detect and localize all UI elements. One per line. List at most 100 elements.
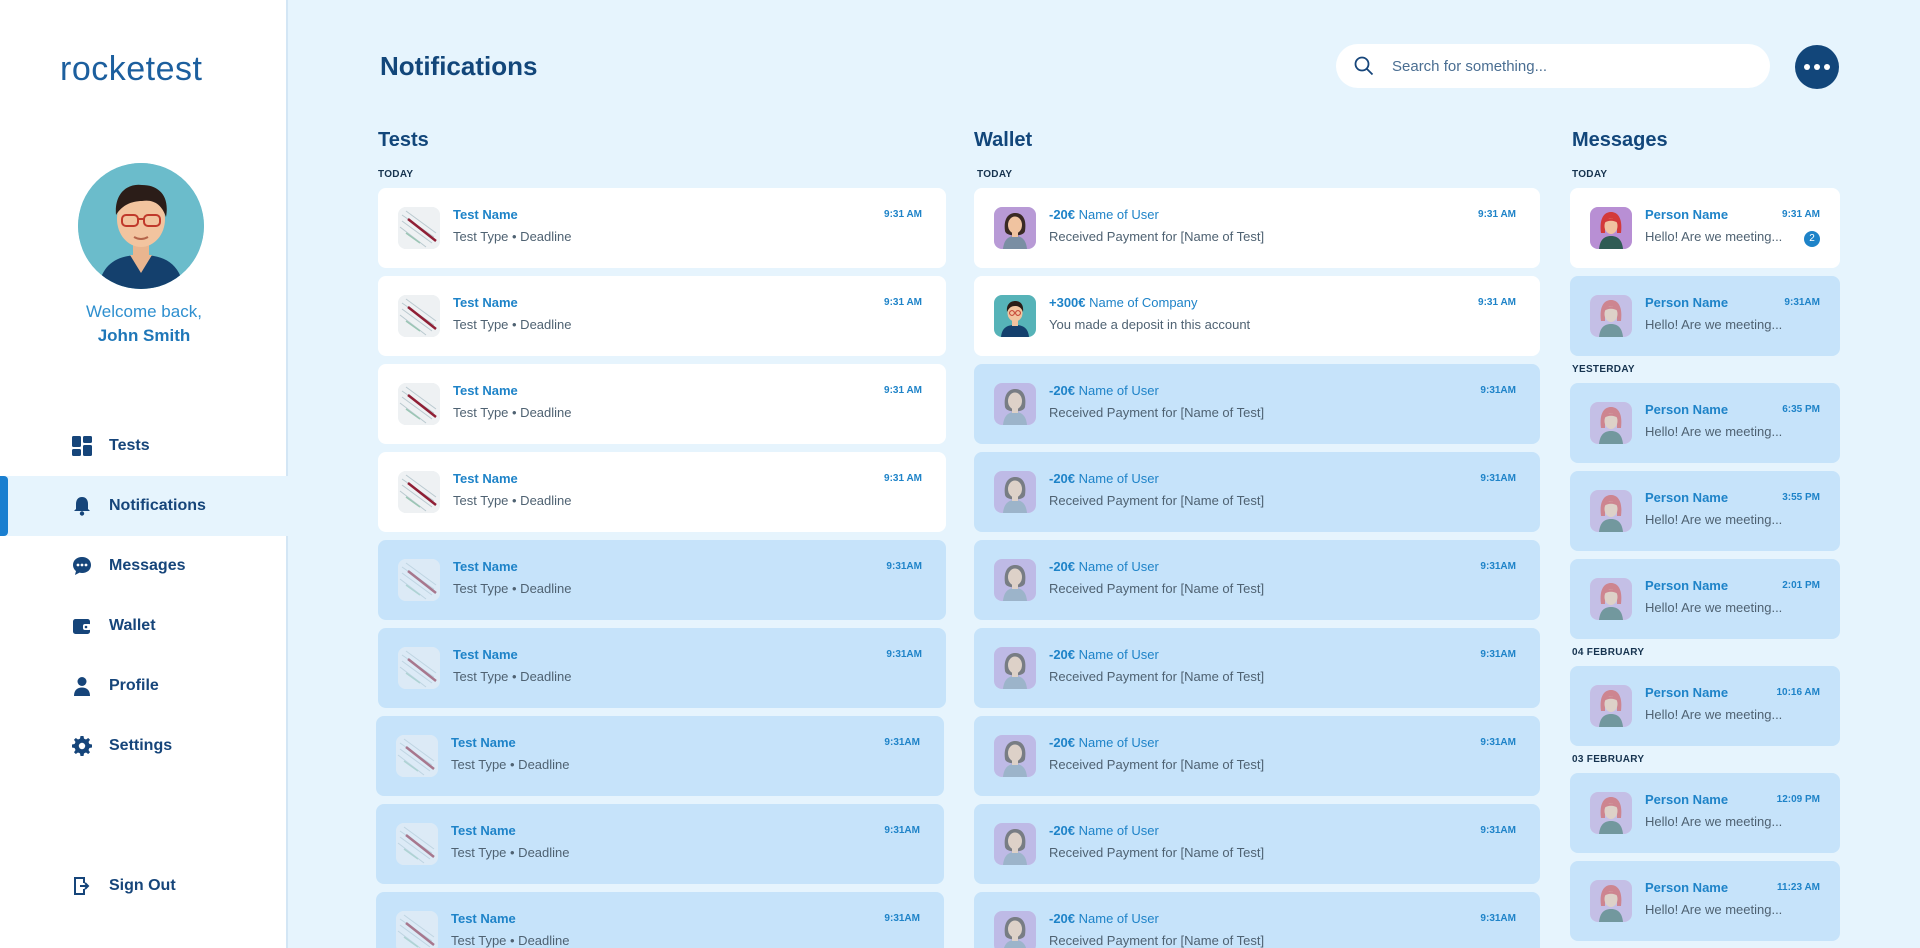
message-card[interactable]: Person Name Hello! Are we meeting... 11:23… xyxy=(1570,861,1840,941)
wallet-notification-card[interactable]: -20€ Name of User Received Payment for [N… xyxy=(974,804,1540,884)
transaction-party: Name of User xyxy=(1075,471,1159,486)
message-preview: Hello! Are we meeting... xyxy=(1645,707,1783,722)
person-name: Person Name xyxy=(1645,295,1729,310)
transaction-description: Received Payment for [Name of Test] xyxy=(1049,757,1265,772)
notification-time: 9:31AM xyxy=(884,737,920,748)
app-logo[interactable]: rocketest xyxy=(60,40,230,90)
test-thumbnail-icon xyxy=(398,207,440,249)
test-details: Test Type • Deadline xyxy=(453,229,572,244)
test-name: Test Name xyxy=(453,383,518,398)
wallet-notification-card[interactable]: -20€ Name of User Received Payment for [N… xyxy=(974,364,1540,444)
sidebar-item-tests[interactable]: Tests xyxy=(0,416,288,476)
message-card[interactable]: Person Name Hello! Are we meeting... 12:09… xyxy=(1570,773,1840,853)
wallet-notification-card[interactable]: -20€ Name of User Received Payment for [N… xyxy=(974,716,1540,796)
transaction-amount: -20€ xyxy=(1049,207,1076,222)
test-name: Test Name xyxy=(451,911,516,926)
section-label: YESTERDAY xyxy=(1572,364,1635,375)
test-notification-card[interactable]: Test Name Test Type • Deadline 9:31AM xyxy=(376,716,944,796)
test-notification-card[interactable]: Test Name Test Type • Deadline 9:31 AM xyxy=(378,276,946,356)
person-name: Person Name xyxy=(1645,685,1729,700)
message-preview: Hello! Are we meeting... xyxy=(1645,512,1783,527)
test-thumbnail-icon xyxy=(398,647,440,689)
transaction-party: Name of User xyxy=(1075,207,1159,222)
more-options-button[interactable] xyxy=(1795,45,1839,89)
test-notification-card[interactable]: Test Name Test Type • Deadline 9:31 AM xyxy=(378,364,946,444)
search-input[interactable] xyxy=(1392,54,1742,78)
sidebar-item-notifications[interactable]: Notifications xyxy=(0,476,288,536)
dot-icon xyxy=(1814,64,1820,70)
transaction-party: Name of Company xyxy=(1085,295,1198,310)
message-preview: Hello! Are we meeting... xyxy=(1645,814,1783,829)
message-card[interactable]: Person Name Hello! Are we meeting... 2:01 … xyxy=(1570,559,1840,639)
transaction-title: -20€ Name of User xyxy=(1049,735,1159,750)
message-card[interactable]: Person Name Hello! Are we meeting... 6:35 … xyxy=(1570,383,1840,463)
search-bar[interactable] xyxy=(1336,44,1770,88)
transaction-party: Name of User xyxy=(1075,647,1159,662)
message-card[interactable]: Person Name Hello! Are we meeting... 9:31 … xyxy=(1570,188,1840,268)
wallet-notification-card[interactable]: -20€ Name of User Received Payment for [N… xyxy=(974,188,1540,268)
person-name: Person Name xyxy=(1645,578,1729,593)
chat-bubble-icon xyxy=(73,557,91,575)
test-notification-card[interactable]: Test Name Test Type • Deadline 9:31AM xyxy=(376,804,944,884)
woman-avatar-icon xyxy=(994,471,1036,513)
message-card[interactable]: Person Name Hello! Are we meeting... 9:31A… xyxy=(1570,276,1840,356)
transaction-amount: -20€ xyxy=(1049,471,1076,486)
column-title: Wallet xyxy=(974,129,1033,151)
test-thumbnail-icon xyxy=(396,735,438,777)
test-notification-card[interactable]: Test Name Test Type • Deadline 9:31 AM xyxy=(378,452,946,532)
sidebar-item-messages[interactable]: Messages xyxy=(0,536,288,596)
test-details: Test Type • Deadline xyxy=(451,845,570,860)
transaction-title: -20€ Name of User xyxy=(1049,207,1159,222)
sidebar-item-label: Tests xyxy=(109,437,150,454)
woman-avatar-icon xyxy=(994,735,1036,777)
person-avatar-icon xyxy=(1590,402,1632,444)
test-thumbnail-icon xyxy=(396,911,438,948)
test-notification-card[interactable]: Test Name Test Type • Deadline 9:31AM xyxy=(376,892,944,948)
message-preview: Hello! Are we meeting... xyxy=(1645,902,1783,917)
wallet-notification-card[interactable]: -20€ Name of User Received Payment for [N… xyxy=(974,540,1540,620)
person-avatar-icon xyxy=(1590,880,1632,922)
test-notification-card[interactable]: Test Name Test Type • Deadline 9:31AM xyxy=(378,540,946,620)
transaction-amount: -20€ xyxy=(1049,911,1076,926)
person-avatar-icon xyxy=(1590,685,1632,727)
transaction-title: -20€ Name of User xyxy=(1049,383,1159,398)
page-title: Notifications xyxy=(380,51,538,81)
message-card[interactable]: Person Name Hello! Are we meeting... 3:55 … xyxy=(1570,471,1840,551)
sidebar-item-wallet[interactable]: Wallet xyxy=(0,596,288,656)
test-details: Test Type • Deadline xyxy=(451,757,570,772)
message-time: 10:16 AM xyxy=(1776,687,1820,698)
woman-avatar-icon xyxy=(994,207,1036,249)
sign-out-button[interactable]: Sign Out xyxy=(0,856,288,916)
transaction-title: -20€ Name of User xyxy=(1049,559,1159,574)
test-details: Test Type • Deadline xyxy=(453,669,572,684)
message-preview: Hello! Are we meeting... xyxy=(1645,600,1783,615)
sidebar-item-label: Profile xyxy=(109,677,159,694)
user-name: John Smith xyxy=(97,326,191,345)
dot-icon xyxy=(1804,64,1810,70)
test-notification-card[interactable]: Test Name Test Type • Deadline 9:31AM xyxy=(378,628,946,708)
wallet-notification-card[interactable]: -20€ Name of User Received Payment for [N… xyxy=(974,892,1540,948)
wallet-notification-card[interactable]: -20€ Name of User Received Payment for [N… xyxy=(974,452,1540,532)
welcome-text: Welcome back, xyxy=(86,302,202,321)
person-icon xyxy=(74,677,90,696)
sidebar-item-profile[interactable]: Profile xyxy=(0,656,288,716)
person-name: Person Name xyxy=(1645,880,1729,895)
transaction-description: Received Payment for [Name of Test] xyxy=(1049,669,1265,684)
message-preview: Hello! Are we meeting... xyxy=(1645,229,1783,244)
transaction-description: Received Payment for [Name of Test] xyxy=(1049,845,1265,860)
sidebar-item-settings[interactable]: Settings xyxy=(0,716,288,776)
message-card[interactable]: Person Name Hello! Are we meeting... 10:16… xyxy=(1570,666,1840,746)
section-label: TODAY xyxy=(977,169,1013,180)
wallet-notification-card[interactable]: -20€ Name of User Received Payment for [N… xyxy=(974,628,1540,708)
gear-icon xyxy=(72,736,92,756)
sign-out-label: Sign Out xyxy=(109,877,176,894)
user-avatar[interactable] xyxy=(78,163,204,289)
wallet-notification-card[interactable]: +300€ Name of Company You made a deposit … xyxy=(974,276,1540,356)
woman-avatar-icon xyxy=(994,823,1036,865)
transaction-description: Received Payment for [Name of Test] xyxy=(1049,229,1265,244)
test-name: Test Name xyxy=(453,647,518,662)
test-notification-card[interactable]: Test Name Test Type • Deadline 9:31 AM xyxy=(378,188,946,268)
person-avatar-icon xyxy=(1590,207,1632,249)
sidebar-item-label: Messages xyxy=(109,557,186,574)
notification-time: 9:31AM xyxy=(1480,561,1516,572)
